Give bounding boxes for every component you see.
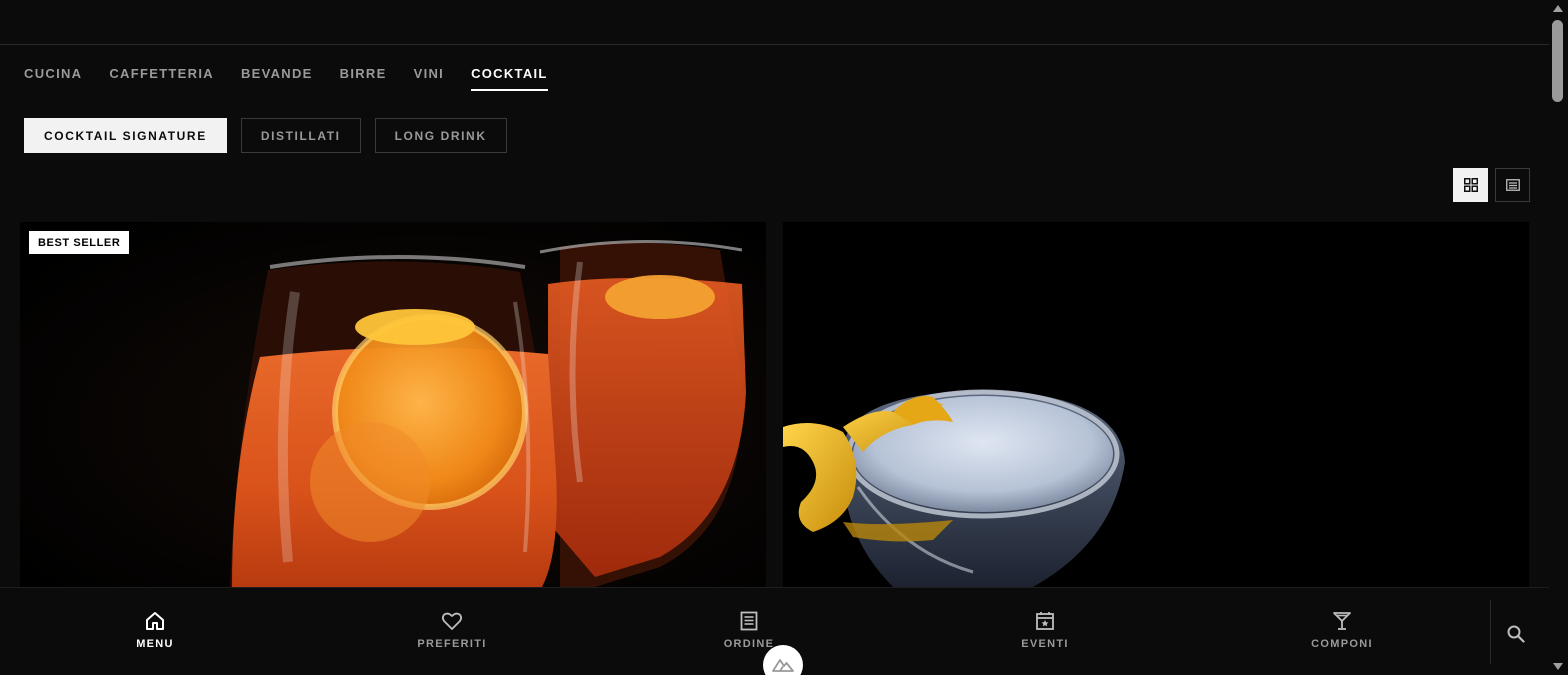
cocktail-glass-icon [1272,610,1412,632]
bottom-navigation: MENU PREFERITI ORDINE EVENTI COMPONI [0,587,1549,675]
grid-view-button[interactable] [1453,168,1488,202]
grid-icon [1463,178,1478,192]
list-view-button[interactable] [1495,168,1530,202]
category-tabs: CUCINA CAFFETTERIA BEVANDE BIRRE VINI CO… [24,66,548,91]
top-header-bar [0,0,1549,45]
heart-icon [382,610,522,632]
best-seller-badge: BEST SELLER [29,231,130,254]
nav-label-menu: MENU [136,638,174,650]
receipt-icon [679,610,819,632]
nav-label-eventi: EVENTI [1021,638,1069,650]
nav-label-ordine: ORDINE [723,638,775,650]
list-icon [1505,179,1520,191]
spritz-cocktail-photo [20,222,766,587]
nav-item-componi[interactable]: COMPONI [1272,610,1412,650]
tab-birre[interactable]: BIRRE [340,66,387,91]
nav-item-ordine[interactable]: ORDINE [679,610,819,650]
nuxt-logo-icon [772,659,794,672]
nav-divider [1490,600,1491,664]
nav-label-componi: COMPONI [1311,638,1373,650]
page-scrollbar[interactable] [1549,0,1568,675]
tab-cucina[interactable]: CUCINA [24,66,82,91]
tab-cocktail[interactable]: COCKTAIL [471,66,548,91]
view-toggle [1453,168,1530,202]
nav-item-preferiti[interactable]: PREFERITI [382,610,522,650]
tab-vini[interactable]: VINI [414,66,444,91]
search-icon [1507,625,1525,643]
calendar-star-icon [975,610,1115,632]
subcategory-cocktail-signature-button[interactable]: COCKTAIL SIGNATURE [24,118,227,153]
home-icon [85,610,225,632]
martini-lemon-twist-photo [783,222,1529,587]
subcategory-long-drink-button[interactable]: LONG DRINK [374,118,507,153]
tab-bevande[interactable]: BEVANDE [241,66,313,91]
search-button[interactable] [1500,618,1532,650]
app-root: CUCINA CAFFETTERIA BEVANDE BIRRE VINI CO… [0,0,1549,675]
nav-item-menu[interactable]: MENU [85,610,225,650]
scroll-down-arrow-icon[interactable] [1553,663,1563,670]
nav-item-eventi[interactable]: EVENTI [975,610,1115,650]
subcategory-distillati-button[interactable]: DISTILLATI [240,118,361,153]
scrollbar-thumb[interactable] [1552,20,1563,102]
nav-label-preferiti: PREFERITI [417,638,487,650]
product-card[interactable] [783,222,1529,587]
tab-caffetteria[interactable]: CAFFETTERIA [109,66,214,91]
subcategory-filters: COCKTAIL SIGNATURE DISTILLATI LONG DRINK [24,118,507,153]
product-card[interactable]: BEST SELLER [20,222,766,587]
scroll-up-arrow-icon[interactable] [1553,5,1563,12]
